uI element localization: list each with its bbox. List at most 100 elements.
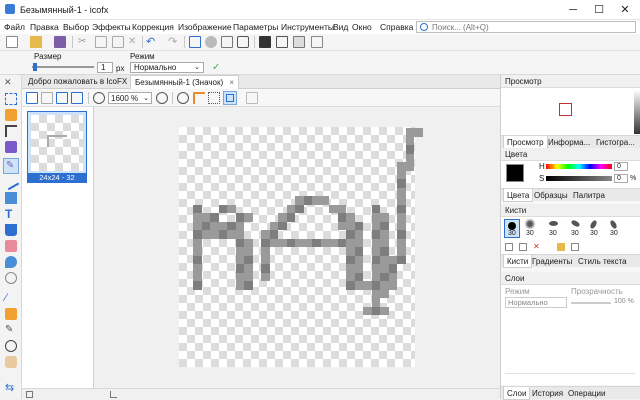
- eyedropper-icon[interactable]: ⁄: [5, 292, 17, 304]
- apple-icon[interactable]: [205, 36, 217, 48]
- magic-wand-icon[interactable]: [5, 109, 17, 121]
- menu-select[interactable]: Выбор: [63, 22, 89, 32]
- fill-view-icon[interactable]: [293, 36, 305, 48]
- pixel-canvas[interactable]: [179, 127, 423, 367]
- copy-icon[interactable]: [95, 36, 107, 48]
- text-tool-icon[interactable]: T: [5, 208, 17, 220]
- menu-edit[interactable]: Правка: [30, 22, 59, 32]
- tab-palette[interactable]: Палитра: [570, 189, 608, 202]
- delete-image-icon[interactable]: [41, 92, 53, 104]
- tab-swatches[interactable]: Образцы: [531, 189, 571, 202]
- paste-icon[interactable]: [112, 36, 124, 48]
- format-thumbnail[interactable]: 24x24 - 32: [27, 111, 87, 183]
- undo-icon[interactable]: ↶: [146, 36, 158, 48]
- menu-options[interactable]: Параметры: [233, 22, 278, 32]
- antialias-icon[interactable]: ✓: [212, 62, 224, 73]
- preview-icon[interactable]: [246, 92, 258, 104]
- menu-file[interactable]: Файл: [4, 22, 25, 32]
- import-image-icon[interactable]: [56, 92, 68, 104]
- zoom-select[interactable]: 1600 % ⌄: [108, 92, 152, 104]
- tab-history[interactable]: История: [529, 387, 566, 400]
- menu-tools[interactable]: Инструменты: [281, 22, 334, 32]
- minimize-button[interactable]: ─: [560, 0, 586, 20]
- brush-thin2-icon[interactable]: [609, 219, 618, 230]
- checkerboard-toggle[interactable]: [223, 91, 237, 105]
- tab-gradients[interactable]: Градиенты: [529, 255, 575, 268]
- opacity-slider[interactable]: [571, 302, 611, 304]
- tab-untitled[interactable]: Безымянный-1 (Значок) ×: [130, 75, 240, 89]
- duplicate-brush-icon[interactable]: [519, 243, 527, 251]
- brush-view-icon[interactable]: [276, 36, 288, 48]
- color-replace-icon[interactable]: [5, 308, 17, 320]
- cut-icon[interactable]: ✂: [78, 36, 90, 48]
- hue-input[interactable]: 0: [614, 162, 628, 171]
- tab-brushes[interactable]: Кисти: [503, 255, 533, 268]
- menu-image[interactable]: Изображение: [178, 22, 232, 32]
- new-brush-icon[interactable]: [505, 243, 513, 251]
- smudge-icon[interactable]: [5, 272, 17, 284]
- zoom-icon[interactable]: [5, 340, 17, 352]
- pixel-grid-icon[interactable]: [208, 92, 220, 104]
- close-icon[interactable]: ✕: [4, 77, 12, 88]
- brush-flat-icon[interactable]: [549, 221, 558, 226]
- maximize-button[interactable]: ☐: [586, 0, 612, 20]
- layer-mode-select[interactable]: Нормально: [505, 297, 567, 308]
- checker-view-icon[interactable]: [259, 36, 271, 48]
- crop-icon[interactable]: [5, 125, 17, 137]
- swap-icon[interactable]: ⇆: [5, 382, 17, 394]
- hue-slider[interactable]: [546, 164, 612, 169]
- menu-window[interactable]: Окно: [352, 22, 372, 32]
- tab-close-icon[interactable]: ×: [229, 78, 234, 87]
- open-folder-icon[interactable]: [30, 36, 42, 48]
- close-button[interactable]: ✕: [612, 0, 638, 20]
- grid-icon[interactable]: [189, 36, 201, 48]
- rectangle-tool-icon[interactable]: [5, 192, 17, 204]
- move-icon[interactable]: [5, 141, 17, 153]
- save-brush-icon[interactable]: [571, 243, 579, 251]
- foreground-color-swatch[interactable]: [506, 164, 524, 182]
- mode-select[interactable]: Нормально ⌄: [130, 62, 204, 73]
- menu-adjust[interactable]: Коррекция: [132, 22, 174, 32]
- menu-effects[interactable]: Эффекты: [92, 22, 131, 32]
- hand-icon[interactable]: [5, 356, 17, 368]
- size-slider-track[interactable]: [32, 66, 94, 68]
- delete-icon[interactable]: ✕: [128, 36, 140, 48]
- redo-icon[interactable]: ↷: [168, 36, 180, 48]
- brush-item-selected[interactable]: 30: [504, 219, 520, 238]
- tab-layers[interactable]: Слои: [503, 387, 531, 400]
- eraser-icon[interactable]: [5, 240, 17, 252]
- brush-soft-icon[interactable]: [526, 220, 534, 228]
- ruler-icon[interactable]: [193, 92, 205, 104]
- delete-brush-icon[interactable]: ✕: [533, 242, 540, 251]
- size-slider-thumb[interactable]: [33, 63, 37, 71]
- menu-help[interactable]: Справка: [380, 22, 413, 32]
- save-icon[interactable]: [54, 36, 66, 48]
- zoom-in-icon[interactable]: [156, 92, 168, 104]
- saturation-slider[interactable]: [546, 176, 612, 181]
- saturation-input[interactable]: 0: [614, 174, 628, 183]
- size-input[interactable]: 1: [97, 62, 113, 73]
- search-box[interactable]: Поиск... (Alt+Q): [416, 21, 636, 33]
- blur-icon[interactable]: [5, 256, 17, 268]
- zoom-out-icon[interactable]: [93, 92, 105, 104]
- fill-bucket-icon[interactable]: [5, 224, 17, 236]
- tab-welcome[interactable]: Добро пожаловать в IcoFX ×: [24, 75, 142, 89]
- brush-thin-icon[interactable]: [589, 219, 598, 230]
- transform-icon[interactable]: ✎: [5, 324, 17, 336]
- menu-view[interactable]: Вид: [333, 22, 348, 32]
- select-tool-icon[interactable]: [5, 93, 17, 105]
- tab-colors[interactable]: Цвета: [503, 189, 534, 202]
- new-file-icon[interactable]: [6, 36, 18, 48]
- device-icon[interactable]: [237, 36, 249, 48]
- brush-angled-icon[interactable]: [570, 219, 581, 228]
- zoom-fit-icon[interactable]: [177, 92, 189, 104]
- new-image-icon[interactable]: [26, 92, 38, 104]
- layers-icon[interactable]: [311, 36, 323, 48]
- pencil-tool-active[interactable]: ✎: [3, 158, 19, 174]
- windows-icon[interactable]: [221, 36, 233, 48]
- open-brush-icon[interactable]: [557, 243, 565, 251]
- export-image-icon[interactable]: [71, 92, 83, 104]
- tab-operations[interactable]: Операции: [565, 387, 608, 400]
- canvas-area[interactable]: [95, 107, 500, 388]
- line-tool-icon[interactable]: [2, 173, 20, 191]
